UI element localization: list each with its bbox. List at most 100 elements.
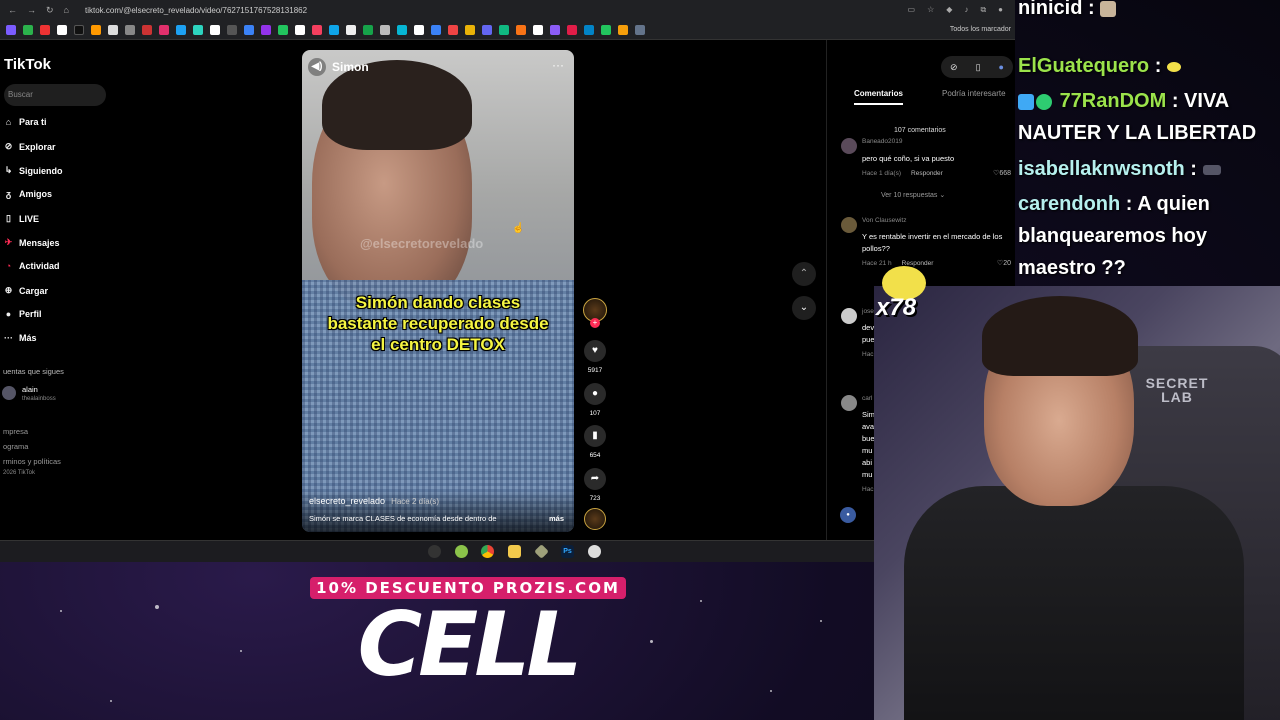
install-icon[interactable]: ▭ <box>908 5 916 15</box>
comment-button[interactable]: ● 107 <box>583 383 607 417</box>
extension-icon[interactable]: ◆ <box>946 5 952 15</box>
bookmark-icon[interactable] <box>176 24 186 35</box>
url-field[interactable]: tiktok.com/@elsecreto_revelado/video/762… <box>85 6 307 15</box>
bookmark-icon[interactable] <box>57 24 67 35</box>
tab-comments[interactable]: Comentarios <box>854 89 903 105</box>
footer-link[interactable]: rminos y políticas <box>3 457 61 466</box>
bookmark-icon[interactable] <box>363 24 373 35</box>
comment-likes[interactable]: ♡668 <box>993 169 1011 177</box>
bookmark-icon[interactable] <box>142 24 152 35</box>
bookmark-icon[interactable] <box>550 24 560 35</box>
tab-related[interactable]: Podría interesarte <box>942 89 1006 98</box>
bookmark-icon[interactable] <box>499 24 509 35</box>
video-author-top[interactable]: ◀) Simon <box>308 58 369 76</box>
bookmark-icon[interactable] <box>516 24 526 35</box>
bookmark-icon[interactable] <box>278 24 288 35</box>
bookmark-icon[interactable] <box>482 24 492 35</box>
footer-link[interactable]: mpresa <box>3 427 28 436</box>
save-button[interactable]: ▮ 654 <box>583 425 607 459</box>
bookmark-icon[interactable] <box>414 24 424 35</box>
bookmark-icon[interactable] <box>40 24 50 35</box>
bookmark-icon[interactable] <box>295 24 305 35</box>
bookmark-icon[interactable] <box>567 24 577 35</box>
app-icon[interactable] <box>455 545 468 558</box>
tiktok-logo[interactable]: TikTok <box>4 56 51 73</box>
bookmark-icon[interactable] <box>448 24 458 35</box>
puzzle-icon[interactable]: ⧉ <box>980 5 986 15</box>
bookmark-icon[interactable] <box>312 24 322 35</box>
sidebar-item-cargar[interactable]: ⊕ Cargar <box>4 285 48 296</box>
home-icon[interactable]: ⌂ <box>64 5 69 16</box>
bookmark-icon[interactable] <box>6 24 16 35</box>
view-replies-button[interactable]: Ver 10 respuestas ⌄ <box>881 191 945 199</box>
avatar[interactable] <box>841 395 857 411</box>
compass-icon[interactable]: ⊘ <box>950 62 958 73</box>
next-video-button[interactable]: ⌄ <box>792 296 816 320</box>
avatar[interactable] <box>841 308 857 324</box>
video-handle-text[interactable]: elsecreto_revelado <box>309 496 385 506</box>
bookmark-icon[interactable] <box>261 24 271 35</box>
sidebar-item-explorar[interactable]: ⊘ Explorar <box>4 141 56 152</box>
bookmark-icon[interactable] <box>329 24 339 35</box>
bookmark-icon[interactable] <box>227 24 237 35</box>
bookmark-icon[interactable] <box>159 24 169 35</box>
avatar[interactable] <box>841 217 857 233</box>
bookmark-icon[interactable] <box>533 24 543 35</box>
all-bookmarks-folder[interactable]: Todos los marcador <box>950 26 1015 33</box>
music-disc-icon[interactable] <box>584 508 606 530</box>
reload-icon[interactable]: ↻ <box>46 5 54 16</box>
profile-avatar-icon[interactable]: ● <box>999 62 1004 72</box>
star-icon[interactable]: ☆ <box>927 5 934 15</box>
bookmark-icon[interactable] <box>346 24 356 35</box>
bookmark-icon[interactable] <box>210 24 220 35</box>
more-options-icon[interactable]: ··· <box>552 58 564 72</box>
reply-button[interactable]: Responder <box>911 170 943 177</box>
video-player[interactable]: ◀) Simon ··· @elsecretorevelado Simón da… <box>302 50 574 532</box>
search-input[interactable]: Buscar <box>4 84 106 106</box>
bookmark-icon[interactable] <box>635 24 645 35</box>
follow-plus-icon[interactable]: + <box>590 318 600 328</box>
bookmark-icon[interactable] <box>244 24 254 35</box>
like-button[interactable]: ♥ 5917 <box>583 340 607 374</box>
photoshop-icon[interactable]: Ps <box>561 545 574 558</box>
bookmark-icon[interactable] <box>601 24 611 35</box>
view-replies-label[interactable]: Ver 10 respuestas <box>881 192 937 199</box>
bookmark-icon[interactable] <box>584 24 594 35</box>
folder-icon[interactable] <box>508 545 521 558</box>
bookmark-icon[interactable] <box>23 24 33 35</box>
share-button[interactable]: ➦ 723 <box>583 468 607 502</box>
speaker-icon[interactable]: ◀) <box>308 58 326 76</box>
bookmark-icon[interactable] <box>380 24 390 35</box>
bookmark-icon[interactable] <box>125 24 135 35</box>
bookmark-icon[interactable] <box>108 24 118 35</box>
sidebar-item-mas[interactable]: ··· Más <box>4 333 37 343</box>
video-handle[interactable]: elsecreto_revelado Hace 2 día(s) <box>309 496 439 506</box>
avatar[interactable] <box>2 386 16 400</box>
comment-user[interactable]: Baneado2019 <box>862 138 903 145</box>
bookmark-icon[interactable] <box>431 24 441 35</box>
following-user-handle[interactable]: thealainboss <box>22 396 56 402</box>
bookmark-icon[interactable] <box>397 24 407 35</box>
comment-user[interactable]: carl <box>862 395 872 402</box>
footer-link[interactable]: ograma <box>3 442 28 451</box>
chrome-icon[interactable] <box>481 545 494 558</box>
sidebar-item-amigos[interactable]: ᵹ Amigos <box>4 189 52 199</box>
sidebar-item-siguiendo[interactable]: ↳ Siguiendo <box>4 165 63 176</box>
comment-user[interactable]: jose <box>862 308 874 315</box>
back-icon[interactable]: ← <box>8 5 17 16</box>
comment-likes[interactable]: ♡20 <box>997 259 1011 267</box>
app-icon[interactable] <box>428 545 441 558</box>
audio-icon[interactable]: ♪ <box>964 5 968 15</box>
bookmark-icon[interactable] <box>91 24 101 35</box>
following-user-name[interactable]: alain <box>22 385 38 394</box>
forward-icon[interactable]: → <box>27 5 36 16</box>
comment-user[interactable]: Von Clausewitz <box>862 217 906 224</box>
video-more-link[interactable]: más <box>549 514 564 523</box>
app-icon[interactable] <box>588 545 601 558</box>
comment-input-avatar[interactable]: ● <box>840 507 856 523</box>
sidebar-item-live[interactable]: ▯ LIVE <box>4 213 39 224</box>
bookmark-icon[interactable] <box>193 24 203 35</box>
video-author-name[interactable]: Simon <box>332 60 369 74</box>
sidebar-item-actividad[interactable]: ◔ Actividad <box>4 261 60 271</box>
bookmark-icon[interactable] <box>465 24 475 35</box>
